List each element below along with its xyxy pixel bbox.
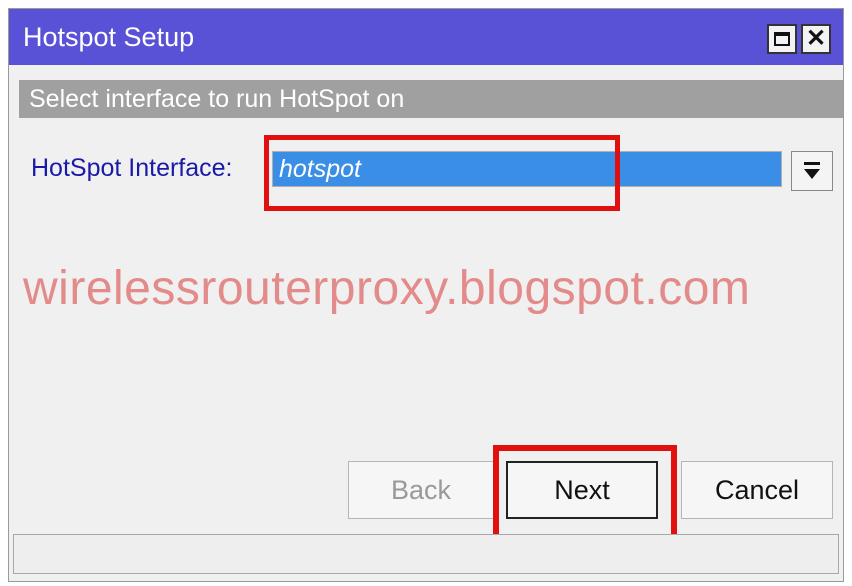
- cancel-button[interactable]: Cancel: [681, 461, 833, 519]
- watermark-text: wirelessrouterproxy.blogspot.com: [23, 262, 751, 315]
- close-button[interactable]: ✕: [801, 24, 831, 54]
- window-title: Hotspot Setup: [23, 22, 195, 52]
- title-bar[interactable]: Hotspot Setup ✕: [9, 9, 843, 65]
- maximize-button[interactable]: [767, 24, 797, 54]
- dropdown-button[interactable]: [791, 151, 833, 191]
- status-bar: [13, 534, 839, 574]
- interface-highlight-box: [264, 135, 620, 211]
- back-button[interactable]: Back: [348, 461, 494, 519]
- step-header: Select interface to run HotSpot on: [19, 80, 843, 118]
- hotspot-setup-window: Hotspot Setup ✕ Select interface to run …: [8, 8, 844, 582]
- close-icon: ✕: [805, 25, 827, 52]
- dropdown-arrow-icon: [804, 169, 820, 179]
- dropdown-arrow-bar: [804, 162, 820, 165]
- next-highlight-box: [493, 445, 677, 541]
- maximize-icon: [774, 32, 790, 46]
- step-instruction: Select interface to run HotSpot on: [29, 85, 405, 113]
- hotspot-interface-label: HotSpot Interface:: [31, 154, 233, 182]
